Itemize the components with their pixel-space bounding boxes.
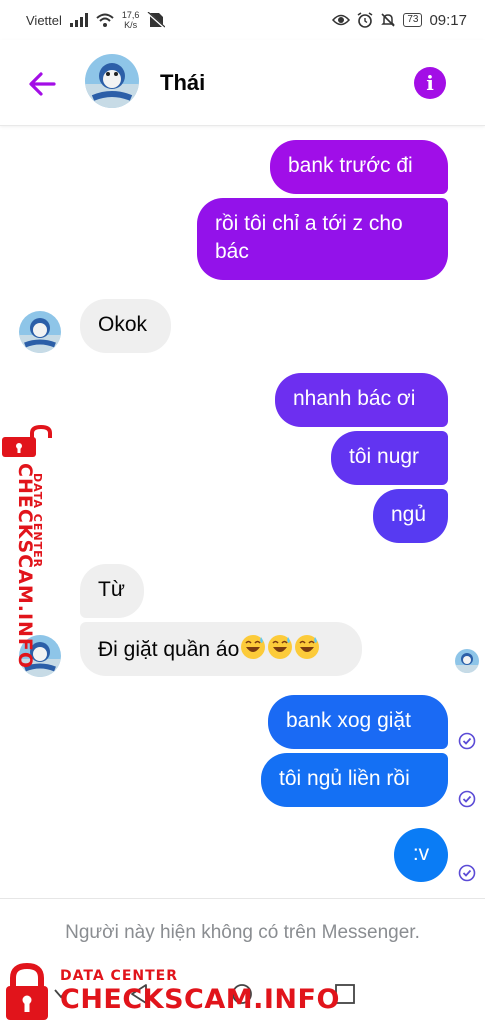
no-sim-icon <box>147 12 166 28</box>
clock: 09:17 <box>429 11 467 29</box>
message-bubble-incoming[interactable]: Từ <box>80 564 144 618</box>
read-receipt-avatar <box>455 649 479 673</box>
delivered-check-icon <box>458 864 476 882</box>
signal-icon <box>69 13 88 27</box>
grinning-sweat-emoji-icon <box>241 635 266 659</box>
wifi-icon <box>96 13 114 27</box>
delivered-check-icon <box>458 790 476 808</box>
watermark-caption: DATA CENTER <box>60 968 178 984</box>
contact-avatar[interactable] <box>85 54 139 108</box>
network-speed: 17,6 K/s <box>121 10 140 30</box>
message-bubble-incoming[interactable]: Đi giặt quần áo <box>80 622 362 676</box>
message-bubble-outgoing[interactable]: bank trước đi <box>270 140 448 194</box>
message-bubble-incoming[interactable]: Okok <box>80 299 171 353</box>
message-bubble-outgoing[interactable]: tôi ngủ liền rồi <box>261 753 448 807</box>
message-bubble-outgoing[interactable]: bank xog giặt <box>268 695 448 749</box>
contact-name[interactable]: Thái <box>160 70 205 96</box>
watermark-brand: CHECKSCAM.INFO <box>60 984 340 1015</box>
unavailable-notice: Người này hiện không có trên Messenger. <box>65 922 420 943</box>
grinning-sweat-emoji-icon <box>295 635 320 659</box>
message-bubble-outgoing[interactable]: tôi nugr <box>331 431 448 485</box>
watermark-bottom: DATA CENTER CHECKSCAM.INFO <box>0 960 339 1024</box>
message-bubble-outgoing[interactable]: nhanh bác ơi <box>275 373 448 427</box>
watermark-side: CHECKSCAM.INFO DATA CENTER <box>0 425 60 669</box>
message-bubble-outgoing[interactable]: ngủ <box>373 489 448 543</box>
chat-header: Thái i <box>0 40 485 126</box>
watermark-caption-vertical: DATA CENTER <box>31 473 44 569</box>
carrier-label: Viettel <box>26 12 62 28</box>
padlock-icon <box>6 962 48 1020</box>
eye-icon <box>332 14 351 26</box>
status-bar: Viettel 17,6 K/s 73 09:17 <box>0 0 485 40</box>
battery-icon: 73 <box>403 13 423 27</box>
delivered-check-icon <box>458 732 476 750</box>
back-arrow-icon[interactable] <box>26 68 58 100</box>
contact-avatar-small[interactable] <box>19 311 61 353</box>
info-icon[interactable]: i <box>414 67 446 99</box>
padlock-icon <box>2 425 52 457</box>
message-bubble-outgoing[interactable]: rồi tôi chỉ a tới z cho bác <box>197 198 448 280</box>
message-bubble-outgoing[interactable]: :v <box>394 828 448 882</box>
mute-icon <box>381 13 396 27</box>
grinning-sweat-emoji-icon <box>268 635 293 659</box>
footer-divider <box>0 898 485 899</box>
alarm-icon <box>357 12 373 28</box>
